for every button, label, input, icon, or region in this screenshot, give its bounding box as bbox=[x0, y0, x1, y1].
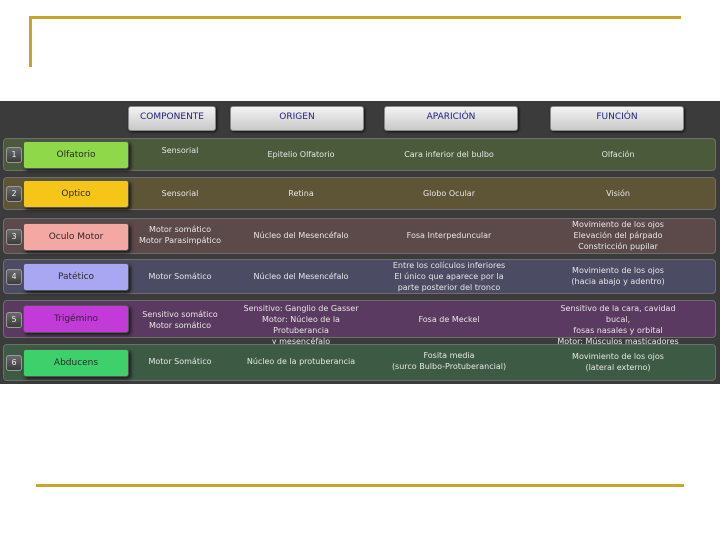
cell-origen: Epitelio Olfatorio bbox=[267, 150, 335, 159]
cell-aparicion: Globo Ocular bbox=[422, 189, 475, 198]
cell-componente: Motor Somático bbox=[148, 272, 212, 281]
cell-componente: Sensorial bbox=[161, 189, 199, 198]
cell-componente: Motor somático Motor Parasimpático bbox=[138, 225, 222, 245]
cell-funcion: Movimiento de los ojos (hacia abajo y ad… bbox=[571, 266, 665, 286]
header-aparicion: APARICIÓN bbox=[384, 106, 518, 131]
nerve-label-oculo-motor: Oculo Motor bbox=[23, 223, 129, 251]
cell-componente: Sensorial bbox=[161, 146, 199, 155]
cell-componente: Motor Somático bbox=[148, 357, 212, 366]
row-number: 6 bbox=[6, 355, 22, 371]
nerve-label-olfatorio: Olfatorio bbox=[23, 141, 129, 169]
header-origen: ORIGEN bbox=[230, 106, 364, 131]
nerve-label-abducens: Abducens bbox=[23, 349, 129, 377]
cell-funcion: Olfación bbox=[601, 150, 635, 159]
cell-origen: Núcleo del Mesencéfalo bbox=[253, 272, 349, 281]
header-funcion: FUNCIÓN bbox=[550, 106, 684, 131]
cell-origen: Sensitivo: Ganglio de Gasser Motor: Núcl… bbox=[243, 304, 359, 346]
row-number: 3 bbox=[6, 229, 22, 245]
cell-aparicion: Fosa Interpeduncular bbox=[406, 231, 492, 240]
cell-funcion: Visión bbox=[606, 189, 630, 198]
cell-origen: Núcleo de la protuberancia bbox=[246, 357, 356, 366]
cell-funcion: Movimiento de los ojos (lateral externo) bbox=[572, 352, 664, 372]
nerve-label-trigemino: Trigémino bbox=[23, 305, 129, 333]
cell-funcion: Movimiento de los ojos Elevación del pár… bbox=[572, 220, 664, 251]
cell-origen: Núcleo del Mesencéfalo bbox=[253, 231, 349, 240]
cell-origen: Retina bbox=[288, 189, 314, 198]
nerve-label-patetico: Patético bbox=[23, 263, 129, 291]
bottom-divider-line bbox=[36, 484, 684, 487]
header-componente: COMPONENTE bbox=[128, 106, 216, 131]
cell-aparicion: Cara inferior del bulbo bbox=[404, 150, 494, 159]
row-number: 1 bbox=[6, 147, 22, 163]
cell-componente: Sensitivo somático Motor somático bbox=[142, 310, 218, 330]
row-number: 2 bbox=[6, 186, 22, 202]
cell-aparicion: Fosa de Meckel bbox=[418, 315, 480, 324]
cell-funcion: Sensitivo de la cara, cavidad bucal, fos… bbox=[557, 304, 679, 346]
row-number: 4 bbox=[6, 269, 22, 285]
cell-aparicion: Fosita media (surco Bulbo-Protuberancial… bbox=[391, 351, 507, 371]
cell-aparicion: Entre los colículos inferiores El único … bbox=[392, 261, 506, 292]
nerve-label-optico: Optico bbox=[23, 180, 129, 208]
row-number: 5 bbox=[6, 312, 22, 328]
top-title-frame bbox=[29, 16, 681, 67]
